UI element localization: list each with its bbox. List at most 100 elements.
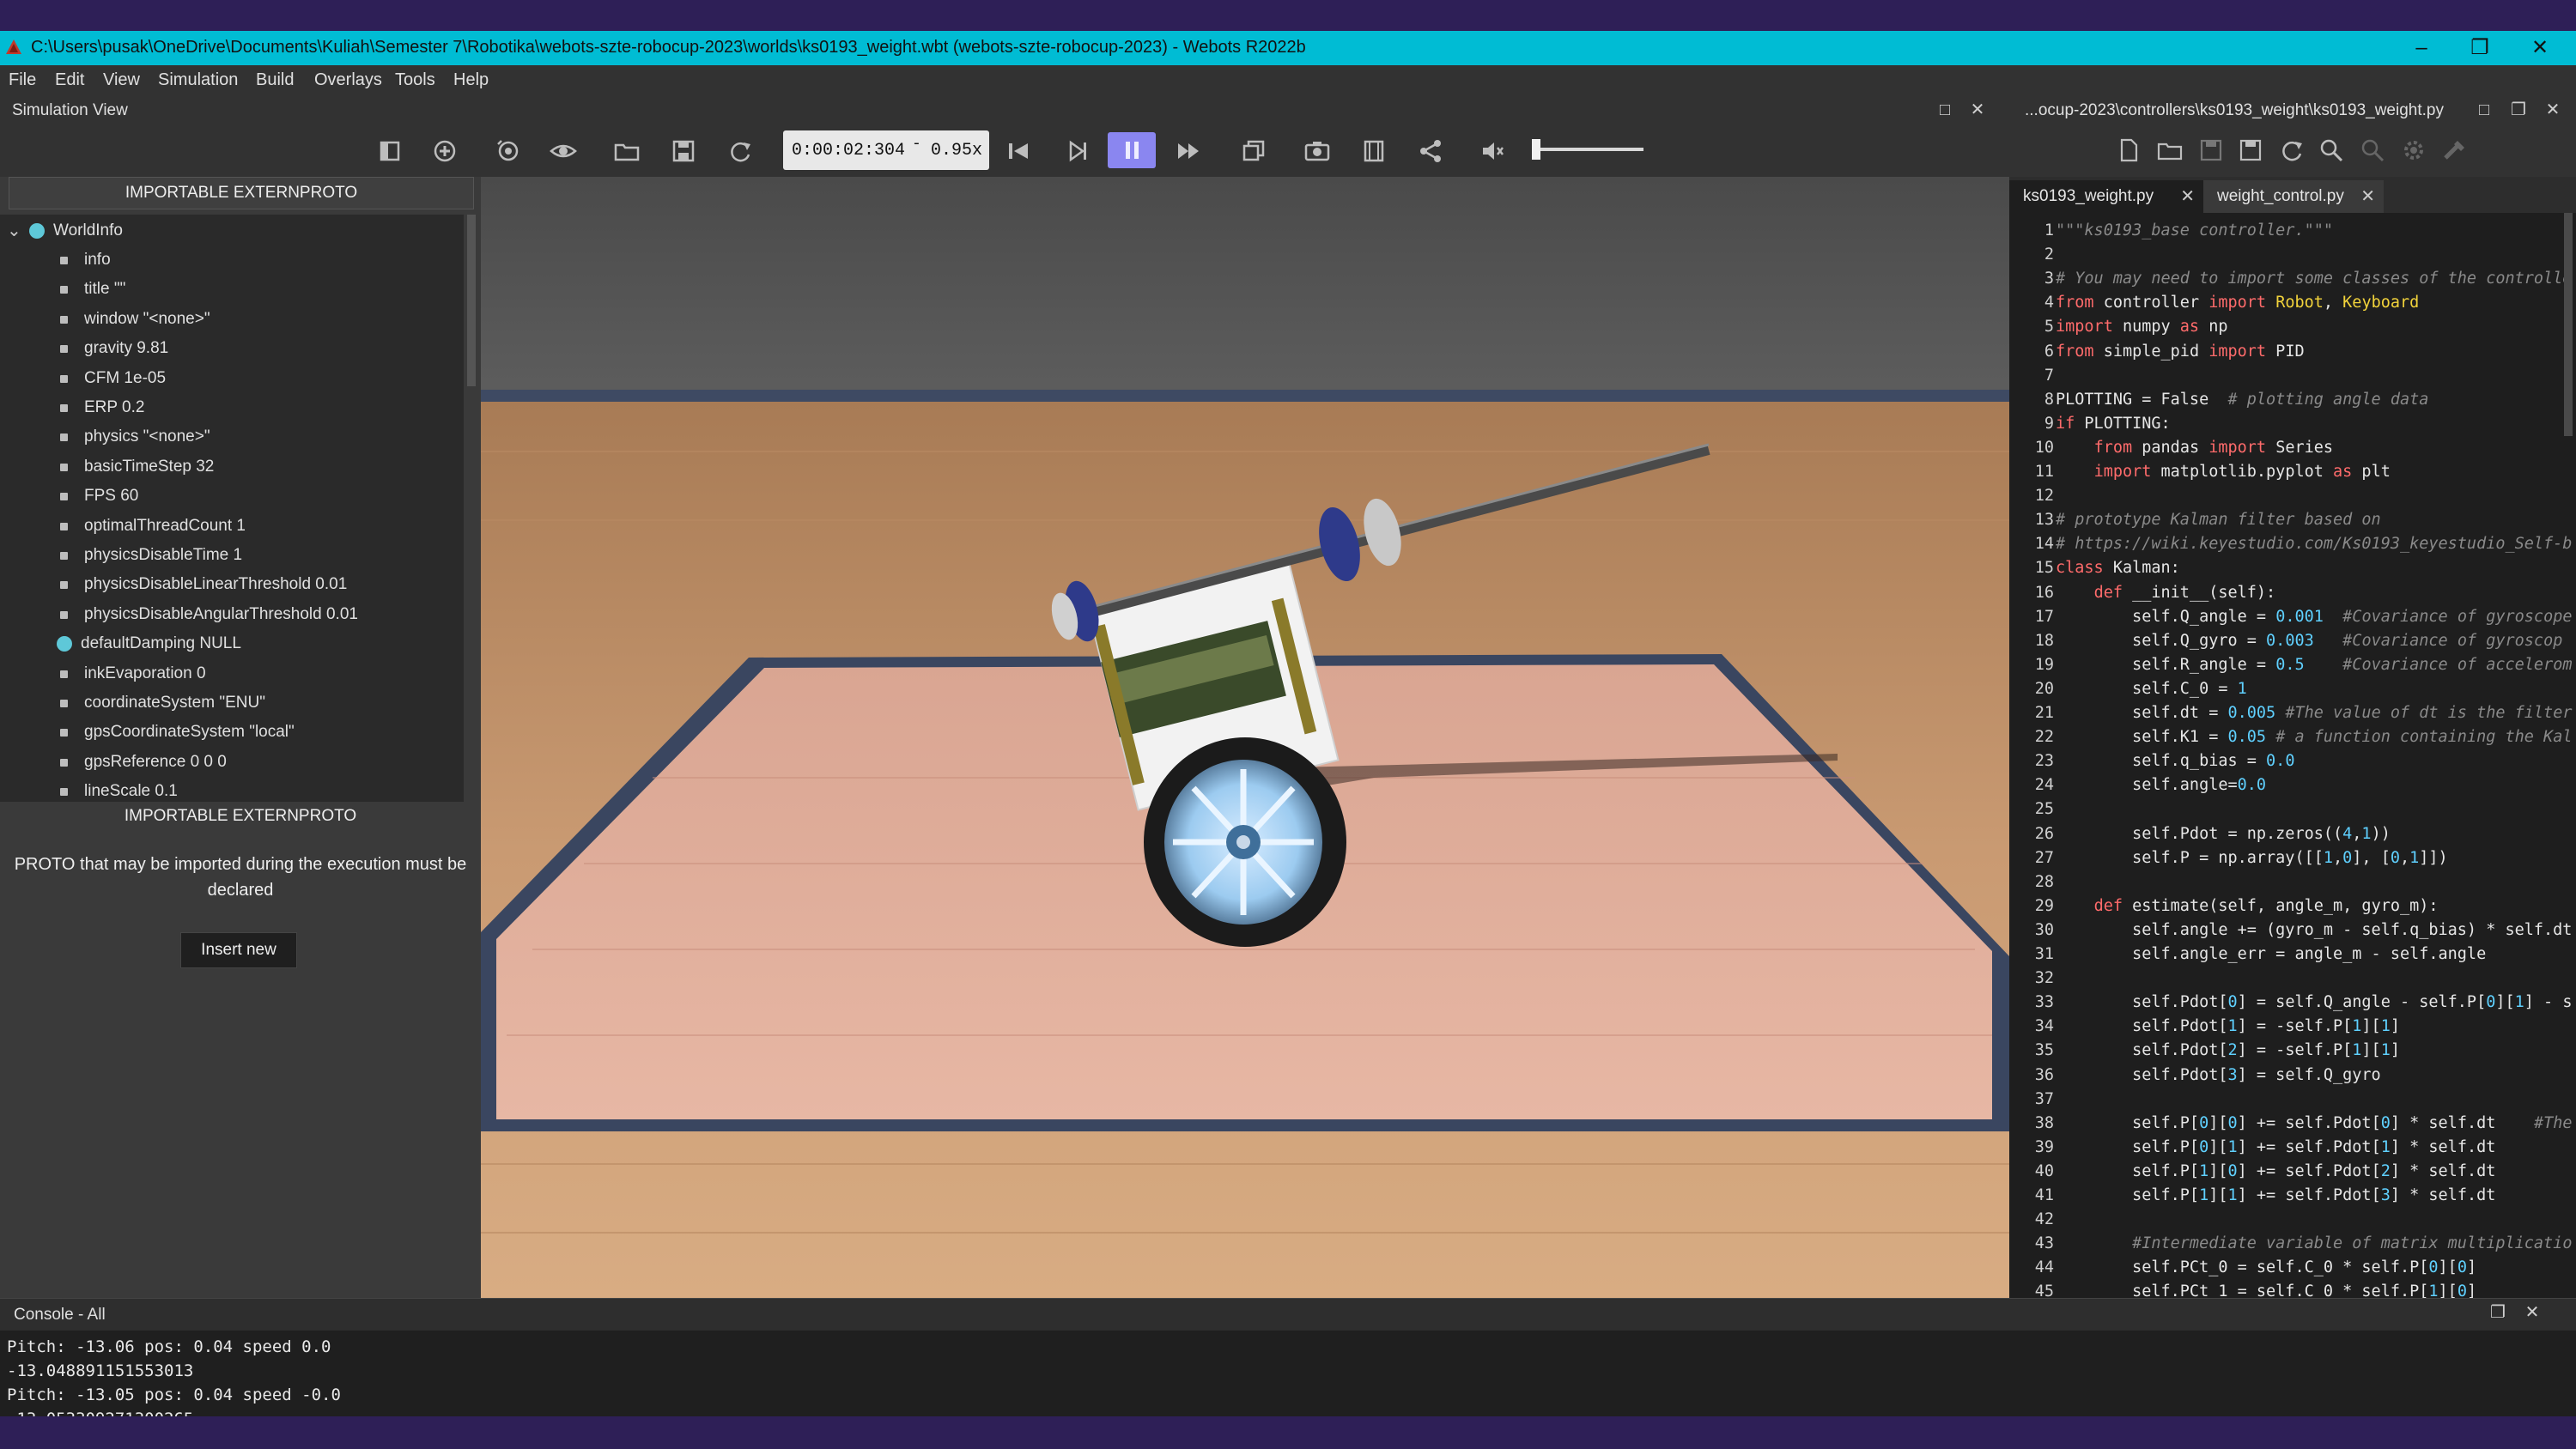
tree-field-row[interactable]: physicsDisableTime 1 [0,541,464,570]
close-tab-icon[interactable]: ✕ [2180,180,2195,213]
code-text: if PLOTTING: [2056,414,2171,433]
pause-button[interactable] [1108,132,1156,168]
menu-view[interactable]: View [103,70,140,90]
tree-node-worldinfo[interactable]: ⌄ WorldInfo [0,216,464,246]
minimize-button[interactable]: – [2396,34,2447,62]
tree-field-row[interactable]: title "" [0,275,464,304]
float-editor-icon[interactable]: ❐ [2507,100,2530,120]
field-bullet-icon [60,670,68,678]
tree-field-row[interactable]: window "<none>" [0,305,464,334]
tree-field-row[interactable]: lineScale 0.1 [0,777,464,802]
console-header: Console - All ❐ ✕ [0,1298,2576,1331]
float-panel-icon[interactable]: □ [1934,100,1956,120]
tree-field-row[interactable]: ERP 0.2 [0,393,464,422]
console-output[interactable]: Pitch: -13.06 pos: 0.04 speed 0.0 -13.04… [0,1331,2576,1416]
code-line: 31 self.angle_err = angle_m - self.angle [2009,943,2576,967]
tab-ks0193-weight[interactable]: ks0193_weight.py ✕ [2009,180,2203,213]
float-console-icon[interactable]: ❐ [2487,1302,2509,1323]
reset-simulation-icon[interactable] [1003,136,1034,167]
reload-world-icon[interactable] [725,136,756,167]
save-world-icon[interactable] [668,136,699,167]
menu-simulation[interactable]: Simulation [158,70,238,90]
reset-view-icon[interactable] [493,136,524,167]
tree-field-row[interactable]: physicsDisableLinearThreshold 0.01 [0,570,464,599]
menu-overlays[interactable]: Overlays [314,70,382,90]
tree-field-row[interactable]: FPS 60 [0,482,464,511]
code-text: self.angle += (gyro_m - self.q_bias) * s… [2056,920,2573,939]
chevron-down-icon[interactable]: ⌄ [7,220,21,241]
line-number: 10 [2034,438,2054,457]
time-speed-separator: - [912,136,921,153]
close-window-button[interactable]: ✕ [2514,34,2566,62]
toggle-scene-tree-icon[interactable] [374,136,405,167]
tree-field-row[interactable]: basicTimeStep 32 [0,452,464,482]
tree-field-row[interactable]: physics "<none>" [0,422,464,452]
record-movie-icon[interactable] [1358,136,1389,167]
line-number: 25 [2034,800,2054,819]
revert-file-icon[interactable] [2277,136,2306,165]
line-number: 9 [2044,414,2054,433]
save-all-icon[interactable] [2236,136,2265,165]
volume-slider[interactable] [1532,137,1647,161]
line-number: 2 [2044,246,2054,264]
close-editor-icon[interactable]: ✕ [2542,100,2564,120]
menu-file[interactable]: File [9,70,36,90]
tree-field-row[interactable]: gravity 9.81 [0,334,464,363]
importable-externproto-button[interactable]: IMPORTABLE EXTERNPROTO [9,177,474,209]
code-text: """ks0193_base controller.""" [2056,221,2334,239]
add-node-icon[interactable] [429,136,460,167]
tree-field-row[interactable]: optimalThreadCount 1 [0,512,464,541]
tree-field-label: title "" [84,280,126,299]
tree-field-row[interactable]: gpsCoordinateSystem "local" [0,718,464,747]
code-text: from pandas import Series [2093,438,2334,457]
code-line: 9 if PLOTTING: [2009,413,2576,437]
tree-field-row[interactable]: CFM 1e-05 [0,364,464,393]
tree-field-row[interactable]: gpsReference 0 0 0 [0,748,464,777]
close-console-icon[interactable]: ✕ [2521,1302,2543,1323]
tab-weight-control[interactable]: weight_control.py ✕ [2203,180,2384,213]
simulation-time-display[interactable]: 0:00:02:304 - 0.95x [783,130,989,170]
line-number: 8 [2044,390,2054,409]
open-world-icon[interactable] [611,136,642,167]
close-tab-icon[interactable]: ✕ [2360,180,2375,213]
tree-field-row[interactable]: inkEvaporation 0 [0,659,464,688]
share-icon[interactable] [1415,136,1446,167]
3d-viewport[interactable] [481,177,2009,1298]
line-number: 4 [2044,294,2054,312]
tree-field-row[interactable]: info [0,246,464,275]
open-file-icon[interactable] [2155,136,2184,165]
clean-brush-icon[interactable] [2439,136,2468,165]
fast-forward-icon[interactable] [1173,136,1204,167]
save-file-icon[interactable] [2196,136,2226,165]
menu-help[interactable]: Help [453,70,489,90]
code-line: 42 [2009,1209,2576,1233]
restore-button[interactable]: ❐ [2454,34,2506,62]
bottom-border-band [0,1416,2576,1449]
menu-build[interactable]: Build [256,70,294,90]
tree-field-row[interactable]: physicsDisableAngularThreshold 0.01 [0,600,464,629]
find-icon[interactable] [2317,136,2346,165]
line-number: 1 [2044,221,2054,239]
maximize-editor-icon[interactable]: □ [2473,100,2495,120]
code-editor-scrollbar[interactable] [2564,213,2573,436]
build-gear-icon[interactable] [2399,136,2428,165]
tree-field-row[interactable]: defaultDamping NULL [0,629,464,658]
code-editor[interactable]: 1 """ks0193_base controller.""" 2 3 # You ma… [2009,213,2576,1298]
insert-new-button[interactable]: Insert new [180,932,297,968]
render-toggle-icon[interactable] [1238,136,1269,167]
step-icon[interactable] [1061,136,1092,167]
menu-tools[interactable]: Tools [395,70,435,90]
view-eye-icon[interactable] [548,136,579,167]
field-bullet-icon [60,758,68,767]
close-panel-icon[interactable]: ✕ [1966,100,1989,120]
menu-edit[interactable]: Edit [55,70,84,90]
scene-tree-scrollbar[interactable] [467,215,476,386]
tree-field-row[interactable]: coordinateSystem "ENU" [0,688,464,718]
code-line: 1 """ks0193_base controller.""" [2009,220,2576,244]
simulation-toolbar [0,124,2009,177]
mute-speaker-icon[interactable] [1477,136,1508,167]
screenshot-camera-icon[interactable] [1302,136,1333,167]
new-file-icon[interactable] [2114,136,2143,165]
code-line: 37 [2009,1088,2576,1113]
find-replace-icon[interactable] [2358,136,2387,165]
